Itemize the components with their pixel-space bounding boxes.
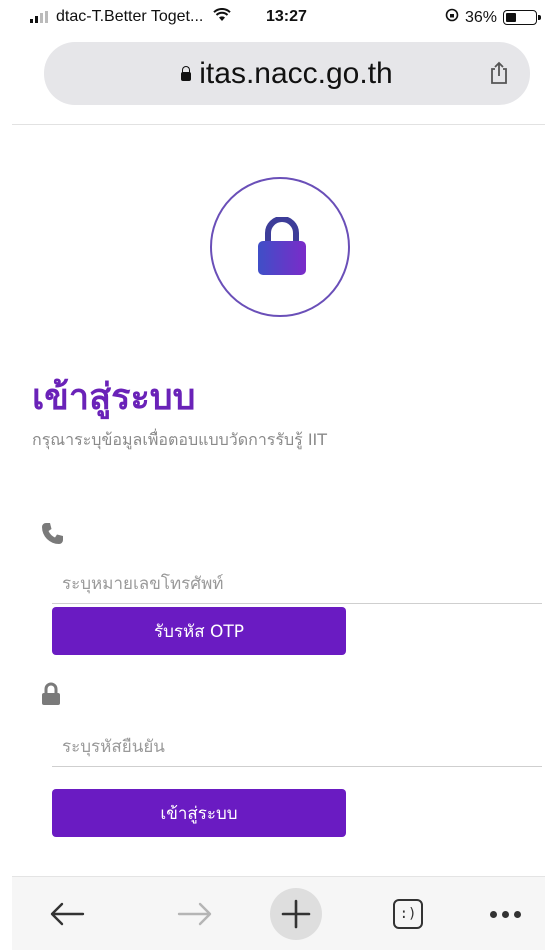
phone-screen: dtac-T.Better Toget... 13:27 36% itas.na… <box>0 0 545 950</box>
new-tab-button[interactable] <box>270 888 322 940</box>
browser-toolbar: :) <box>12 876 545 950</box>
status-bar: dtac-T.Better Toget... 13:27 36% <box>12 0 545 34</box>
tabs-icon: :) <box>393 899 423 929</box>
battery-percent: 36% <box>464 8 497 26</box>
arrow-right-icon <box>177 902 212 926</box>
wifi-icon <box>213 8 232 26</box>
lock-badge <box>210 177 350 317</box>
url-text: itas.nacc.go.th <box>199 56 393 90</box>
more-menu-button[interactable] <box>482 891 528 937</box>
rotation-lock-icon <box>445 8 459 27</box>
phone-field[interactable] <box>52 564 542 604</box>
url-display[interactable]: itas.nacc.go.th <box>181 56 393 91</box>
arrow-left-icon <box>50 902 85 926</box>
battery-level <box>506 13 516 22</box>
forward-button[interactable] <box>172 891 218 937</box>
more-icon <box>489 910 521 918</box>
page-title: เข้าสู่ระบบ <box>32 377 196 418</box>
plus-icon <box>281 899 311 929</box>
back-button[interactable] <box>44 891 90 937</box>
battery-icon <box>503 10 541 25</box>
tabs-button[interactable]: :) <box>385 891 431 937</box>
verification-code-input[interactable] <box>52 727 542 766</box>
verification-code-field[interactable] <box>52 727 542 767</box>
request-otp-button[interactable]: รับรหัส OTP <box>52 607 346 655</box>
status-left: dtac-T.Better Toget... <box>30 8 232 26</box>
phone-input[interactable] <box>52 564 542 603</box>
status-right: 36% <box>445 8 541 27</box>
page-subtitle: กรุณาระบุข้อมูลเพื่อตอบแบบวัดการรับรู้ I… <box>32 430 328 449</box>
status-time: 13:27 <box>266 8 307 25</box>
lock-icon <box>42 682 60 705</box>
phone-icon <box>42 523 63 544</box>
address-bar[interactable]: itas.nacc.go.th <box>44 42 530 105</box>
carrier-name: dtac-T.Better Toget... <box>56 8 204 25</box>
share-icon[interactable] <box>486 60 512 86</box>
signal-icon <box>30 11 48 23</box>
header-divider <box>12 124 545 125</box>
secure-lock-icon <box>181 66 192 81</box>
login-button[interactable]: เข้าสู่ระบบ <box>52 789 346 837</box>
padlock-icon <box>258 217 306 275</box>
